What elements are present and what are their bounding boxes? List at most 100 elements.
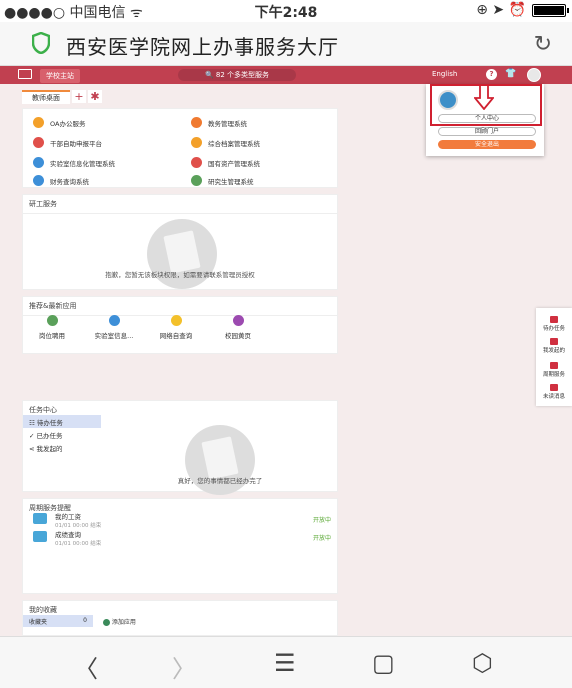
tabs-icon[interactable]: ⬡ xyxy=(472,649,493,677)
add-tab-button[interactable]: + xyxy=(72,90,86,103)
status-right-icons: ⊕ ➤ ⏰ xyxy=(476,2,526,18)
system-label: 教务管理系统 xyxy=(208,119,247,128)
cycle-service-row[interactable]: 我的工资 01/01 00:00 结束 xyxy=(55,511,101,529)
tool-label: 周期服务 xyxy=(542,372,565,378)
system-item[interactable]: OA办公服务 xyxy=(33,117,85,128)
desk-tabs: 教师桌面 + ✱ xyxy=(22,90,102,104)
app-label: 岗位聘用 xyxy=(39,332,65,340)
system-icon xyxy=(33,117,44,128)
system-label: 研究生管理系统 xyxy=(208,177,254,186)
back-icon[interactable]: 〈 xyxy=(74,649,98,684)
card-title: 推荐&最新应用 xyxy=(23,297,337,316)
service-search-input[interactable]: 🔍 82 个多类型服务 xyxy=(178,69,296,81)
add-icon xyxy=(103,619,110,626)
tool-cycle[interactable]: 周期服务 xyxy=(536,362,572,378)
theme-icon[interactable]: 👕 xyxy=(505,69,516,79)
tasks-empty-message: 真好，您的事情都已经办完了 xyxy=(177,477,263,485)
user-avatar[interactable] xyxy=(527,68,541,82)
app-item[interactable]: 实验室信息... xyxy=(85,315,143,340)
folder-count: 0 xyxy=(83,617,87,624)
status-icons: ⊕ ➤ ⏰ xyxy=(476,2,569,18)
tool-label: 未读消息 xyxy=(542,394,565,400)
app-icon xyxy=(170,315,182,326)
system-item[interactable]: 教务管理系统 xyxy=(191,117,247,128)
tab-teacher-desk[interactable]: 教师桌面 xyxy=(22,90,70,104)
forward-icon[interactable]: 〉 xyxy=(172,649,196,684)
app-label: 校园黄页 xyxy=(225,332,251,340)
cycle-services-card: 周期服务提醒 我的工资 01/01 00:00 结束 开放中 成绩查询 01/0… xyxy=(22,498,338,594)
system-label: 国有资产管理系统 xyxy=(208,159,260,168)
message-icon xyxy=(550,384,558,391)
status-bar: ●●●●○ 中国电信 ᯤ 下午2:48 ⊕ ➤ ⏰ xyxy=(0,0,572,22)
app-label: 网络自查询 xyxy=(159,332,193,340)
language-switch[interactable]: English xyxy=(432,70,457,78)
system-item[interactable]: 研究生管理系统 xyxy=(191,175,254,186)
down-arrow-annotation-icon xyxy=(474,84,494,110)
popup-avatar xyxy=(438,90,458,110)
app-item[interactable]: 网络自查询 xyxy=(147,315,205,340)
right-tool-strip: 待办任务 我发起的 周期服务 未读消息 xyxy=(536,308,572,406)
portal-button[interactable]: 回顾门户 xyxy=(438,127,536,136)
system-label: 财务查询系统 xyxy=(50,177,89,186)
favorites-card: 我的收藏 收藏夹 0 添加应用 xyxy=(22,600,338,636)
cycle-service-row[interactable]: 成绩查询 01/01 00:00 结束 xyxy=(55,529,101,547)
card-title: 研工服务 xyxy=(23,195,337,214)
browser-address-bar[interactable]: 西安医学院网上办事服务大厅 ↻ xyxy=(0,22,572,66)
tool-pending[interactable]: 待办任务 xyxy=(536,316,572,332)
service-name: 成绩查询 xyxy=(55,531,81,539)
app-header: 学校主站 🔍 82 个多类型服务 English ? 👕 xyxy=(0,66,572,84)
task-tab-done[interactable]: ✓ 已办任务 xyxy=(23,428,101,441)
tool-initiated[interactable]: 我发起的 xyxy=(536,338,572,354)
service-date: 01/01 00:00 结束 xyxy=(55,541,102,547)
system-item[interactable]: 综合档案管理系统 xyxy=(191,137,260,148)
system-icon xyxy=(191,175,202,186)
system-item[interactable]: 财务查询系统 xyxy=(33,175,89,186)
task-tab-label: 待办任务 xyxy=(36,419,63,427)
tool-label: 待办任务 xyxy=(542,326,565,332)
page-title: 西安医学院网上办事服务大厅 xyxy=(66,35,339,59)
research-services-card: 研工服务 抱歉，您暂无该板块权限，如需要请联系管理员授权 xyxy=(22,194,338,290)
recommended-apps-card: 推荐&最新应用 岗位聘用 实验室信息... 网络自查询 校园黄页 xyxy=(22,296,338,354)
app-icon xyxy=(108,315,120,326)
system-item[interactable]: 干部自助申报平台 xyxy=(33,137,102,148)
main-content: 教师桌面 + ✱ OA办公服务 教务管理系统 干部自助申报平台 综合档案管理系统… xyxy=(0,84,572,636)
system-icon xyxy=(191,117,202,128)
grades-icon xyxy=(33,531,47,542)
system-item[interactable]: 实验室信息化管理系统 xyxy=(33,157,115,168)
school-site-tab[interactable]: 学校主站 xyxy=(40,69,80,83)
logout-button[interactable]: 安全退出 xyxy=(438,140,536,149)
list-icon xyxy=(550,316,558,323)
task-tabs: ☷ 待办任务 ✓ 已办任务 ⋖ 我发起的 xyxy=(23,415,101,454)
system-label: 综合档案管理系统 xyxy=(208,139,260,148)
system-label: OA办公服务 xyxy=(50,119,86,128)
wage-icon xyxy=(33,513,47,524)
add-app-button[interactable]: 添加应用 xyxy=(103,617,136,626)
task-center-card: 任务中心 ☷ 待办任务 ✓ 已办任务 ⋖ 我发起的 真好，您的事情都已经办完了 xyxy=(22,400,338,495)
reload-icon[interactable]: ↻ xyxy=(534,32,552,57)
service-date: 01/01 00:00 结束 xyxy=(55,523,102,529)
help-icon[interactable]: ? xyxy=(486,69,497,80)
system-item[interactable]: 国有资产管理系统 xyxy=(191,157,260,168)
favorites-folder[interactable]: 收藏夹 0 xyxy=(23,615,93,627)
task-tab-initiated[interactable]: ⋖ 我发起的 xyxy=(23,441,101,454)
tool-messages[interactable]: 未读消息 xyxy=(536,384,572,400)
desktop-icon[interactable] xyxy=(18,69,32,79)
settings-icon[interactable]: ✱ xyxy=(88,90,102,103)
app-item[interactable]: 校园黄页 xyxy=(209,315,267,340)
add-app-label: 添加应用 xyxy=(111,619,136,626)
menu-icon[interactable]: ☰ xyxy=(274,649,296,677)
system-label: 干部自助申报平台 xyxy=(50,139,102,148)
app-item[interactable]: 岗位聘用 xyxy=(23,315,81,340)
task-tab-pending[interactable]: ☷ 待办任务 xyxy=(23,415,101,428)
system-icon xyxy=(33,157,44,168)
task-tab-label: 已办任务 xyxy=(36,432,63,440)
share-icon[interactable]: ▢ xyxy=(372,649,395,677)
status-badge: 开放中 xyxy=(312,535,331,542)
app-icon xyxy=(232,315,244,326)
personal-center-button[interactable]: 个人中心 xyxy=(438,114,536,123)
share-icon xyxy=(550,338,558,345)
secure-shield-icon xyxy=(32,32,50,54)
app-icon xyxy=(46,315,58,326)
app-label: 实验室信息... xyxy=(94,332,134,340)
user-menu-popup: 个人中心 回顾门户 安全退出 xyxy=(426,84,544,156)
